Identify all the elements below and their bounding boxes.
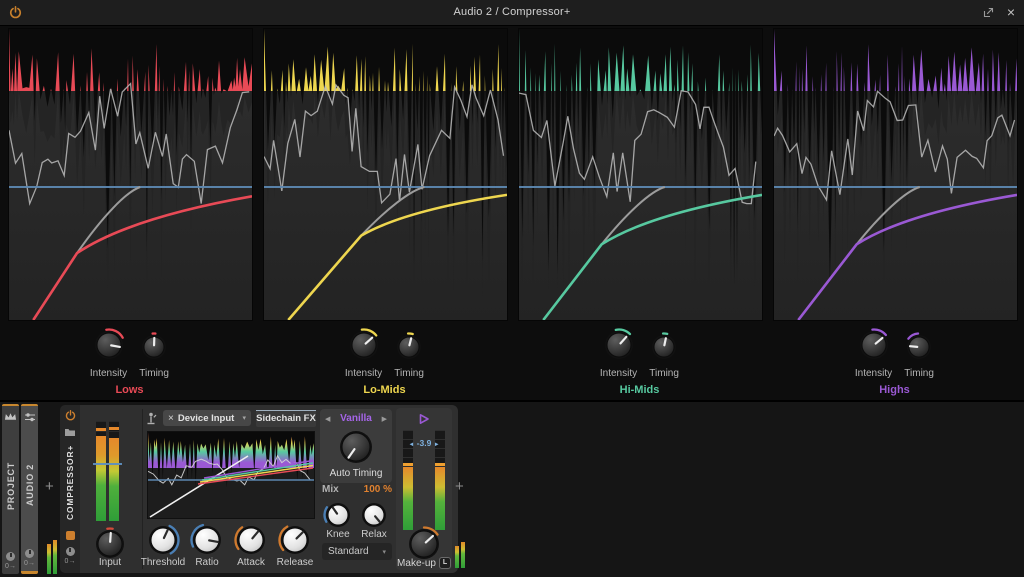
band-knob-row: Intensity Timing: [518, 328, 761, 379]
gain-reduction-value[interactable]: ◄ -3.9 ►: [396, 438, 452, 448]
band-panel: Intensity Timing Lows: [8, 28, 251, 396]
auto-timing-knob[interactable]: [337, 428, 375, 471]
device-enable-icon[interactable]: [65, 410, 76, 421]
band-name: Lo-Mids: [263, 384, 506, 396]
band-panel: Intensity Timing Highs: [773, 28, 1016, 396]
fader-icon: [24, 412, 36, 422]
intensity-knob-label: Intensity: [855, 368, 892, 379]
project-tab-label: PROJECT: [6, 423, 16, 548]
arrow-left-icon: ◄: [408, 442, 414, 448]
band-name: Hi-Mids: [518, 384, 761, 396]
timing-knob[interactable]: [649, 332, 679, 367]
intensity-knob[interactable]: [857, 328, 891, 367]
mix-row: Mix 100 %: [322, 484, 392, 495]
intensity-knob[interactable]: [602, 328, 636, 367]
intensity-knob[interactable]: [92, 328, 126, 367]
band-knob-row: Intensity Timing: [8, 328, 251, 379]
knob-mini-icon[interactable]: [25, 549, 34, 558]
band-name: Highs: [773, 384, 1016, 396]
track-tab-label: AUDIO 2: [25, 424, 35, 545]
sidechain-source-icon[interactable]: [144, 411, 158, 426]
device-panel-area: PROJECT 0→ AUDIO 2 0→ +: [0, 400, 1024, 577]
compressor-plus-window: Audio 2 / Compressor+ × Intensity: [0, 0, 1024, 577]
knob-mini-icon[interactable]: [6, 552, 15, 561]
band-panel: Intensity Timing Lo-Mids: [263, 28, 506, 396]
sidechain-input-select[interactable]: × Device Input ▾: [163, 410, 251, 426]
release-knob-label: Release: [263, 557, 327, 568]
device-body: Input × Device Input ▾ Sidechain FX: [80, 405, 458, 573]
intensity-knob-label: Intensity: [90, 368, 127, 379]
listen-triangle-icon[interactable]: [417, 413, 431, 425]
timing-knob[interactable]: [394, 332, 424, 367]
level-link-badge[interactable]: L: [439, 557, 451, 569]
chevron-down-icon: ▾: [382, 548, 386, 556]
knob-mini-icon[interactable]: [66, 547, 75, 556]
sidebar-tab-project[interactable]: PROJECT 0→: [2, 404, 19, 574]
timing-knob-label: Timing: [904, 368, 934, 379]
band-name: Lows: [8, 384, 251, 396]
sidebar-tab-audio2[interactable]: AUDIO 2 0→: [21, 404, 38, 574]
mode-panel: ◀ Vanilla ▶ Auto Timing: [320, 409, 392, 483]
popout-icon[interactable]: [983, 7, 994, 18]
sidechain-fx-tab[interactable]: Sidechain FX: [256, 410, 316, 427]
input-meter: [96, 421, 119, 521]
add-track-button[interactable]: +: [45, 478, 54, 495]
timing-knob-label: Timing: [139, 368, 169, 379]
input-threshold-marker[interactable]: [93, 463, 122, 465]
window-title: Audio 2 / Compressor+: [0, 0, 1024, 25]
mix-value[interactable]: 100 %: [364, 484, 392, 495]
timing-mode-select[interactable]: Standard ▾: [322, 543, 392, 560]
crown-icon: [4, 412, 17, 421]
band-knob-row: Intensity Timing: [263, 328, 506, 379]
arrow-right-icon: ►: [434, 442, 440, 448]
mode-prev-icon[interactable]: ◀: [325, 415, 330, 423]
preset-folder-icon[interactable]: [64, 427, 76, 437]
timing-knob-label: Timing: [649, 368, 679, 379]
timing-knob[interactable]: [904, 332, 934, 367]
mapping-icon[interactable]: 0→: [5, 563, 16, 570]
compressor-mini-display[interactable]: [147, 431, 315, 519]
mode-value[interactable]: Vanilla: [340, 413, 372, 424]
divider: [142, 409, 143, 569]
sidechain-input-value: Device Input: [178, 413, 239, 424]
timing-mode-value: Standard: [328, 546, 369, 557]
band-knob-row: Intensity Timing: [773, 328, 1016, 379]
mode-next-icon[interactable]: ▶: [382, 415, 387, 423]
auto-timing-label: Auto Timing: [324, 468, 388, 479]
track-level-meter: [47, 540, 57, 574]
remove-input-icon[interactable]: ×: [168, 413, 174, 424]
makeup-knob-label: Make-up: [397, 558, 436, 569]
add-device-button[interactable]: +: [455, 478, 464, 495]
intensity-knob[interactable]: [347, 328, 381, 367]
device-header-strip: COMPRESSOR+ 0→: [60, 405, 80, 573]
band-graph[interactable]: [773, 28, 1018, 321]
device-name[interactable]: COMPRESSOR+: [65, 437, 75, 528]
device-expand-icon[interactable]: [66, 531, 75, 540]
band-graph[interactable]: [518, 28, 763, 321]
intensity-knob-label: Intensity: [600, 368, 637, 379]
band-graph[interactable]: [8, 28, 253, 321]
mapping-icon[interactable]: 0→: [65, 558, 76, 565]
band-panels: Intensity Timing Lows: [8, 28, 1016, 396]
chevron-down-icon: ▾: [242, 414, 246, 422]
makeup-panel: ◄ -3.9 ► Make-up L: [396, 408, 452, 570]
close-icon[interactable]: ×: [1007, 0, 1015, 25]
mapping-icon[interactable]: 0→: [24, 560, 35, 567]
titlebar: Audio 2 / Compressor+ ×: [0, 0, 1024, 26]
mix-label: Mix: [322, 484, 339, 495]
timing-knob[interactable]: [139, 332, 169, 367]
timing-knob-label: Timing: [394, 368, 424, 379]
band-panel: Intensity Timing Hi-Mids: [518, 28, 761, 396]
device-output-mini-meter: [455, 542, 465, 568]
intensity-knob-label: Intensity: [345, 368, 382, 379]
band-graph[interactable]: [263, 28, 508, 321]
